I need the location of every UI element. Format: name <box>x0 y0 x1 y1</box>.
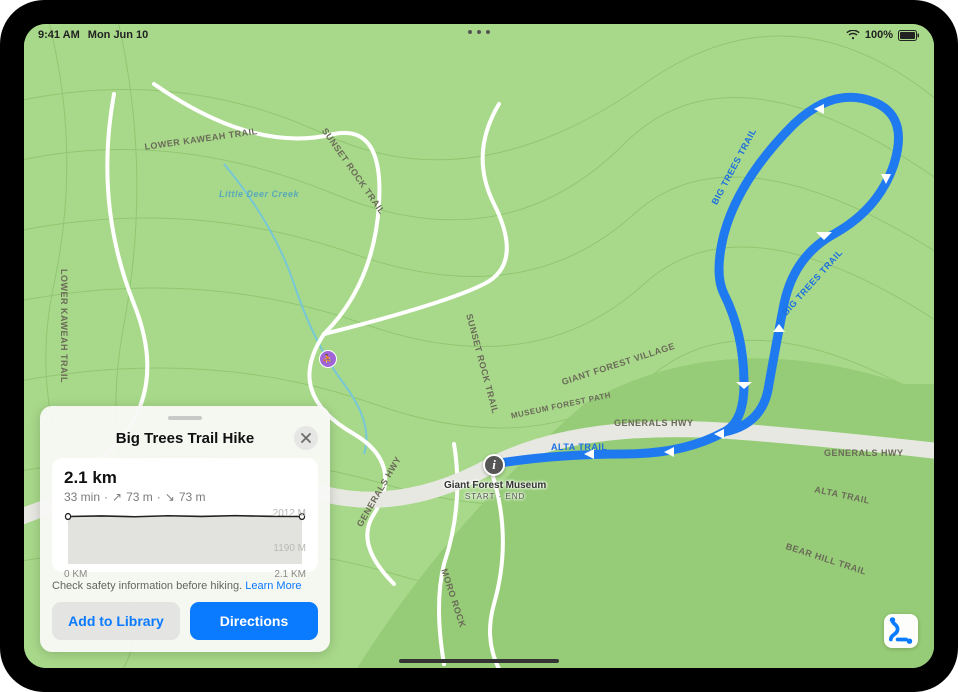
trailhead-marker[interactable]: i <box>483 454 505 476</box>
card-title: Big Trees Trail Hike <box>76 430 294 447</box>
trail-info-card: Big Trees Trail Hike 2.1 km 33 min · ↗ 7… <box>40 406 330 652</box>
wifi-icon <box>846 30 860 40</box>
status-bar: 9:41 AM Mon Jun 10 100% <box>24 24 934 46</box>
ipad-frame: 9:41 AM Mon Jun 10 100% <box>0 0 958 692</box>
label-lower-kaweah-2: LOWER KAWEAH TRAIL <box>59 269 69 383</box>
restroom-poi-icon[interactable]: ⛹ <box>319 350 337 368</box>
label-generals-hwy-2: GENERALS HWY <box>824 448 904 458</box>
label-generals-hwy-1: GENERALS HWY <box>614 418 694 428</box>
distance-value: 2.1 km <box>64 468 306 488</box>
battery-percent: 100% <box>865 29 893 41</box>
ascent-value: 73 m <box>126 490 153 504</box>
substats: 33 min · ↗ 73 m · ↘ 73 m <box>64 490 306 504</box>
x-end-label: 2.1 KM <box>274 569 306 580</box>
elevation-chart: 2012 M 1190 M 0 KM 2.1 KM <box>64 510 306 564</box>
descent-icon: ↘ <box>165 490 175 504</box>
close-button[interactable] <box>294 426 318 450</box>
directions-button[interactable]: Directions <box>190 602 318 640</box>
label-little-deer-creek: Little Deer Creek <box>219 189 299 199</box>
descent-value: 73 m <box>179 490 206 504</box>
safety-text: Check safety information before hiking. <box>52 580 242 592</box>
add-to-library-button[interactable]: Add to Library <box>52 602 180 640</box>
battery-icon <box>898 30 920 41</box>
multitask-handle[interactable] <box>468 30 490 34</box>
status-time: 9:41 AM <box>38 29 80 41</box>
close-icon <box>301 433 311 443</box>
duration-value: 33 min <box>64 490 100 504</box>
map-mode-button[interactable] <box>884 614 918 648</box>
route-icon <box>884 614 918 648</box>
safety-note: Check safety information before hiking. … <box>52 580 318 592</box>
poi-sub: START · END <box>444 492 546 502</box>
stats-panel: 2.1 km 33 min · ↗ 73 m · ↘ 73 m 2012 M 1… <box>52 458 318 572</box>
screen: 9:41 AM Mon Jun 10 100% <box>24 24 934 668</box>
home-indicator[interactable] <box>399 659 559 663</box>
label-alta-trail-route: ALTA TRAIL <box>551 442 607 452</box>
elev-min-label: 1190 M <box>273 543 306 554</box>
x-start-label: 0 KM <box>64 569 87 580</box>
elev-max-label: 2012 M <box>273 508 306 519</box>
poi-name: Giant Forest Museum <box>444 480 546 492</box>
card-grab-handle[interactable] <box>168 416 202 420</box>
status-date: Mon Jun 10 <box>88 29 149 41</box>
learn-more-link[interactable]: Learn More <box>245 580 301 592</box>
trailhead-caption: Giant Forest Museum START · END <box>444 480 546 502</box>
ascent-icon: ↗ <box>112 490 122 504</box>
